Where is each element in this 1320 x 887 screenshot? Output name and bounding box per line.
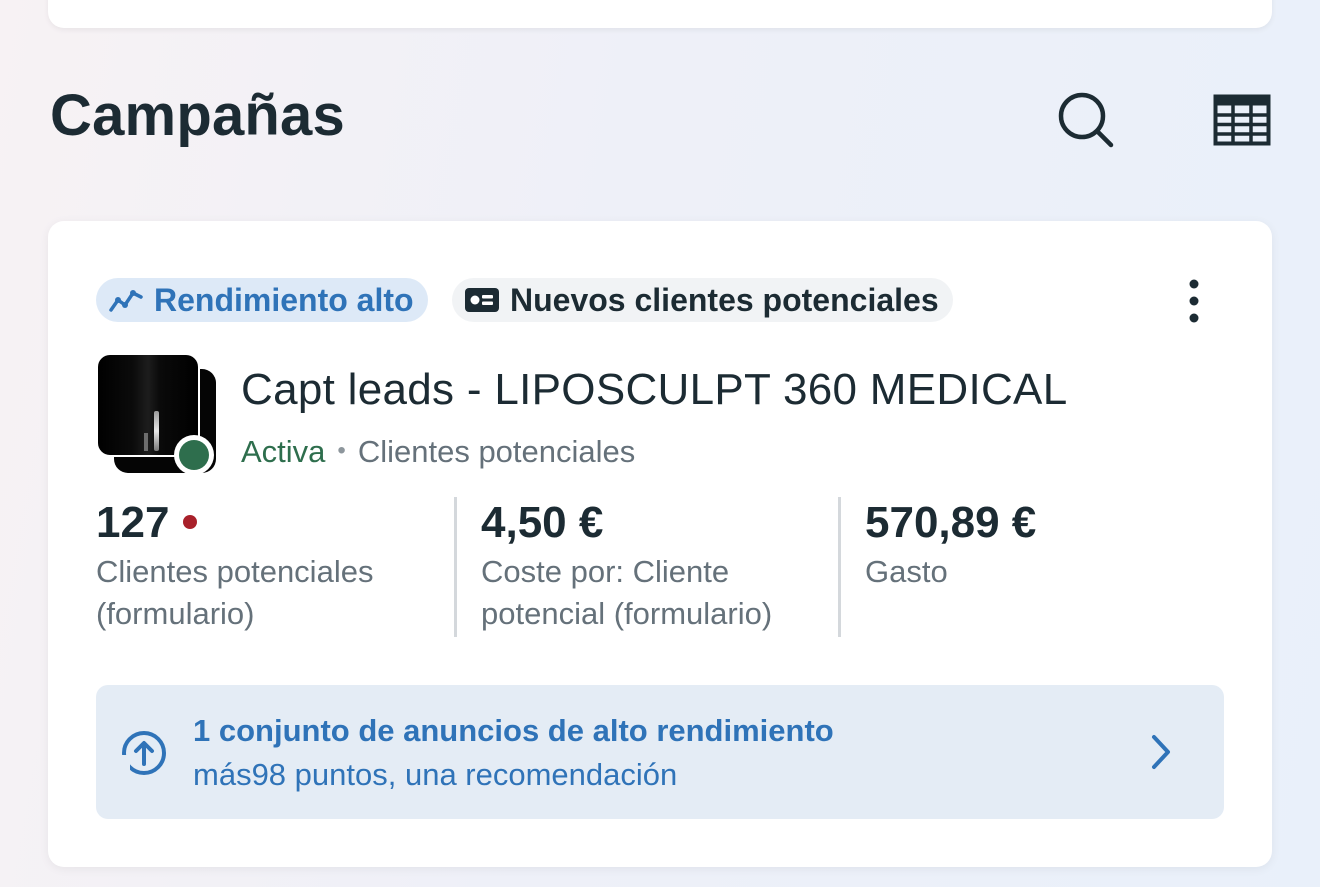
metric-label: Gasto: [865, 554, 948, 589]
campaign-status: Activa: [241, 434, 326, 469]
campaign-card[interactable]: Rendimiento alto Nuevos clientes potenci…: [48, 221, 1272, 867]
previous-card: [48, 0, 1272, 28]
table-view-button[interactable]: [1212, 90, 1272, 150]
table-icon: [1213, 94, 1271, 146]
campaign-name[interactable]: Capt leads - LIPOSCULPT 360 MEDICAL: [241, 365, 1067, 415]
metrics-row: 127 Clientes potenciales (formulario) 4,…: [96, 497, 1224, 637]
metric-cost-per-lead: 4,50 € Coste por: Cliente potencial (for…: [454, 497, 838, 637]
objective-chip: Nuevos clientes potenciales: [452, 278, 953, 322]
metric-leads: 127 Clientes potenciales (formulario): [96, 497, 454, 637]
result-type: Clientes potenciales: [357, 434, 636, 469]
high-performance-chip: Rendimiento alto: [96, 278, 428, 322]
metric-label: (formulario): [96, 596, 255, 631]
active-status-dot: [174, 435, 214, 475]
more-vertical-icon: [1189, 279, 1199, 323]
lead-form-icon: [464, 286, 500, 314]
section-title: Campañas: [50, 83, 345, 148]
metric-value: 4,50 €: [481, 498, 604, 547]
chip-label: Nuevos clientes potenciales: [510, 281, 939, 318]
metric-label: Coste por: Cliente: [481, 554, 730, 589]
metric-label: Clientes potenciales: [96, 554, 374, 589]
separator: •: [337, 437, 346, 464]
metric-spend: 570,89 € Gasto: [838, 497, 1224, 637]
trend-line-icon: [108, 286, 144, 314]
campaign-thumbnail: [96, 353, 220, 477]
arrow-up-circle-icon: [120, 731, 166, 777]
chevron-right-icon: [1152, 735, 1170, 769]
chip-label: Rendimiento alto: [154, 281, 414, 318]
metric-label: potencial (formulario): [481, 596, 773, 631]
more-options-button[interactable]: [1172, 273, 1216, 329]
recommendation-title: 1 conjunto de anuncios de alto rendimien…: [193, 713, 834, 748]
search-button[interactable]: [1056, 90, 1116, 150]
metric-value: 570,89 €: [865, 498, 1037, 547]
metric-value: 127: [96, 498, 170, 547]
campaigns-header: Campañas: [48, 78, 1272, 158]
search-icon: [1058, 92, 1114, 148]
alert-dot: [183, 515, 198, 529]
recommendation-subtitle: más98 puntos, una recomendación: [193, 757, 678, 792]
campaign-subtitle: Activa • Clientes potenciales: [241, 434, 635, 470]
recommendation-banner[interactable]: 1 conjunto de anuncios de alto rendimien…: [96, 685, 1224, 819]
